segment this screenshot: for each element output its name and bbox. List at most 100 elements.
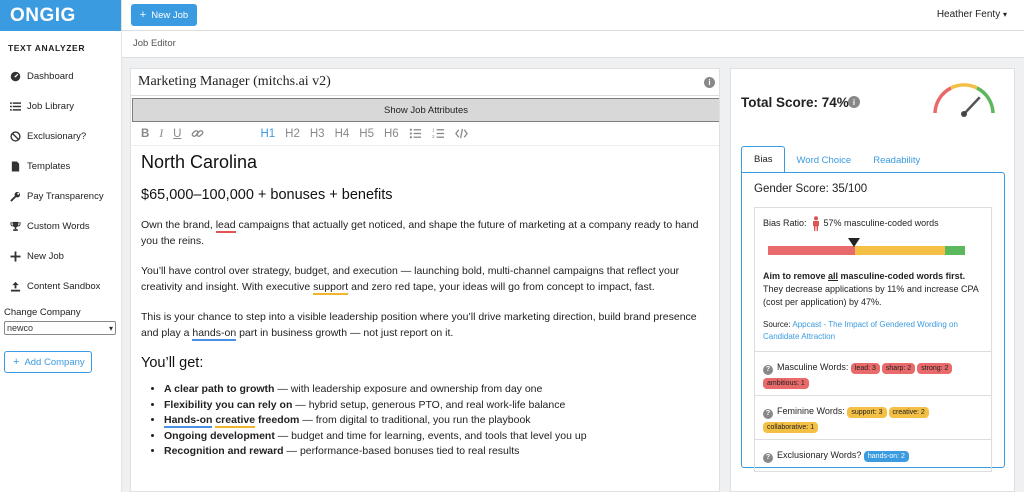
aim-text: Aim to remove all masculine-coded words … xyxy=(763,271,979,307)
job-editor: Marketing Manager (mitchs.ai v2) i Show … xyxy=(130,68,720,492)
feminine-words-label: Feminine Words: xyxy=(777,406,845,416)
svg-text:2: 2 xyxy=(432,134,435,139)
flagged-word-exclusionary[interactable]: Hands-on xyxy=(164,414,213,428)
trophy-icon xyxy=(9,220,21,232)
chevron-down-icon: ▾ xyxy=(108,323,113,333)
add-company-label: Add Company xyxy=(24,356,85,368)
sidebar-item-job-library[interactable]: Job Library xyxy=(0,91,121,121)
sidebar-item-label: Exclusionary? xyxy=(27,130,87,142)
masculine-word-chip[interactable]: strong: 2 xyxy=(917,363,953,374)
exclusionary-words-row: ? Exclusionary Words? hands-on: 2 xyxy=(755,439,991,471)
bias-card: Bias Ratio: 57% masculine-coded words Ai… xyxy=(754,207,992,472)
salary-heading: $65,000–100,000 + bonuses + benefits xyxy=(141,187,393,203)
new-job-label: New Job xyxy=(151,9,189,21)
source-text: Source: Appcast - The Impact of Gendered… xyxy=(763,320,958,341)
source-link[interactable]: Appcast - The Impact of Gendered Wording… xyxy=(763,320,958,341)
job-description[interactable]: North Carolina $65,000–100,000 + bonuses… xyxy=(131,146,719,460)
ban-icon xyxy=(9,130,21,142)
h5-button[interactable]: H5 xyxy=(359,128,374,140)
score-gauge xyxy=(933,83,995,117)
brand-name: ONGIG xyxy=(10,4,76,26)
benefits-heading: You’ll get: xyxy=(141,355,204,371)
bias-bar-neutral xyxy=(854,246,946,255)
list-item: Hands-on creative freedom — from digital… xyxy=(164,413,709,429)
masculine-words-label: Masculine Words: xyxy=(777,362,849,372)
list-item: A clear path to growth — with leadership… xyxy=(164,382,709,398)
help-icon[interactable]: ? xyxy=(763,409,773,419)
list-item: Recognition and reward — performance-bas… xyxy=(164,444,709,460)
bias-ratio-text: 57% masculine-coded words xyxy=(823,218,939,228)
sidebar-item-label: Custom Words xyxy=(27,220,90,232)
page-scrollbar[interactable] xyxy=(1015,58,1024,492)
h4-button[interactable]: H4 xyxy=(335,128,350,140)
score-panel: Total Score: 74% i Bias Word Choice Read… xyxy=(730,68,1015,492)
job-title-row: Marketing Manager (mitchs.ai v2) i xyxy=(131,69,719,96)
sidebar-item-label: Dashboard xyxy=(27,70,74,82)
benefits-list: A clear path to growth — with leadership… xyxy=(141,382,709,460)
tab-word-choice[interactable]: Word Choice xyxy=(785,147,862,173)
bias-tab-panel: Gender Score: 35/100 Bias Ratio: 57% mas… xyxy=(741,172,1005,472)
bias-bar-track xyxy=(768,246,965,255)
sidebar-item-new-job[interactable]: New Job xyxy=(0,241,121,271)
wrench-icon xyxy=(9,190,21,202)
help-icon[interactable]: ? xyxy=(763,453,773,463)
top-bar: + New Job Heather Fenty ▾ xyxy=(122,0,1024,31)
bullet-list-icon[interactable] xyxy=(409,127,422,140)
flagged-word-feminine[interactable]: creative xyxy=(215,414,256,428)
bold-button[interactable]: B xyxy=(141,128,149,140)
masculine-word-chip[interactable]: sharp: 2 xyxy=(881,363,916,374)
paragraph: This is your chance to step into a visib… xyxy=(141,311,697,341)
masculine-word-chip[interactable]: ambitious: 1 xyxy=(763,378,809,389)
sidebar-item-label: Templates xyxy=(27,160,71,172)
plus-icon: + xyxy=(139,9,147,21)
new-job-button[interactable]: + New Job xyxy=(131,4,197,26)
company-select[interactable]: newco ▾ xyxy=(4,321,116,335)
exclusionary-word-chip[interactable]: hands-on: 2 xyxy=(863,451,909,462)
editor-toolbar: B I U H1 H2 H3 H4 H5 H6 12 xyxy=(131,122,719,146)
sidebar-item-dashboard[interactable]: Dashboard xyxy=(0,61,121,91)
paragraph: Own the brand, lead campaigns that actua… xyxy=(141,219,699,247)
caret-down-icon: ▾ xyxy=(1002,10,1007,19)
h6-button[interactable]: H6 xyxy=(384,128,399,140)
info-icon[interactable]: i xyxy=(704,77,715,88)
feminine-word-chip[interactable]: support: 3 xyxy=(847,407,887,418)
link-icon[interactable] xyxy=(191,127,204,140)
numbered-list-icon[interactable]: 12 xyxy=(432,127,445,140)
code-icon[interactable] xyxy=(454,127,468,140)
job-title[interactable]: Marketing Manager (mitchs.ai v2) xyxy=(138,74,331,90)
bias-bar xyxy=(768,238,965,260)
tab-readability[interactable]: Readability xyxy=(862,147,931,173)
sidebar-item-templates[interactable]: Templates xyxy=(0,151,121,181)
sidebar-item-exclusionary[interactable]: Exclusionary? xyxy=(0,121,121,151)
aim-detail: They decrease applications by 11% and in… xyxy=(763,284,979,307)
italic-button[interactable]: I xyxy=(159,128,163,140)
sidebar-item-custom-words[interactable]: Custom Words xyxy=(0,211,121,241)
sidebar-item-pay-transparency[interactable]: Pay Transparency xyxy=(0,181,121,211)
flagged-word-exclusionary[interactable]: hands-on xyxy=(192,327,237,341)
user-menu[interactable]: Heather Fenty ▾ xyxy=(937,9,1007,20)
help-icon[interactable]: ? xyxy=(763,365,773,375)
sidebar-item-content-sandbox[interactable]: Content Sandbox xyxy=(0,271,121,301)
flagged-word-feminine[interactable]: support xyxy=(313,281,349,295)
file-icon xyxy=(9,160,21,172)
bias-ratio-row: Bias Ratio: 57% masculine-coded words xyxy=(755,208,991,238)
show-job-attributes-button[interactable]: Show Job Attributes xyxy=(132,98,719,122)
underline-button[interactable]: U xyxy=(173,128,181,140)
h1-button[interactable]: H1 xyxy=(260,128,275,140)
paragraph: You’ll have control over strategy, budge… xyxy=(141,265,680,295)
masculine-word-chip[interactable]: lead: 3 xyxy=(850,363,880,374)
feminine-word-chip[interactable]: creative: 2 xyxy=(888,407,929,418)
feminine-words-row: ? Feminine Words: support: 3 creative: 2 co… xyxy=(755,395,991,439)
bias-bar-masculine xyxy=(768,246,855,255)
brand-logo[interactable]: ONGIG xyxy=(0,0,121,31)
info-icon[interactable]: i xyxy=(848,96,860,108)
tab-bias[interactable]: Bias xyxy=(741,146,786,173)
h2-button[interactable]: H2 xyxy=(285,128,300,140)
total-score: Total Score: 74% xyxy=(741,95,849,110)
flagged-word-masculine[interactable]: lead xyxy=(215,219,236,233)
sidebar-item-label: Job Library xyxy=(27,100,74,112)
svg-text:1: 1 xyxy=(432,128,435,133)
add-company-button[interactable]: + Add Company xyxy=(4,351,92,373)
h3-button[interactable]: H3 xyxy=(310,128,325,140)
feminine-word-chip[interactable]: collaborative: 1 xyxy=(763,422,819,433)
